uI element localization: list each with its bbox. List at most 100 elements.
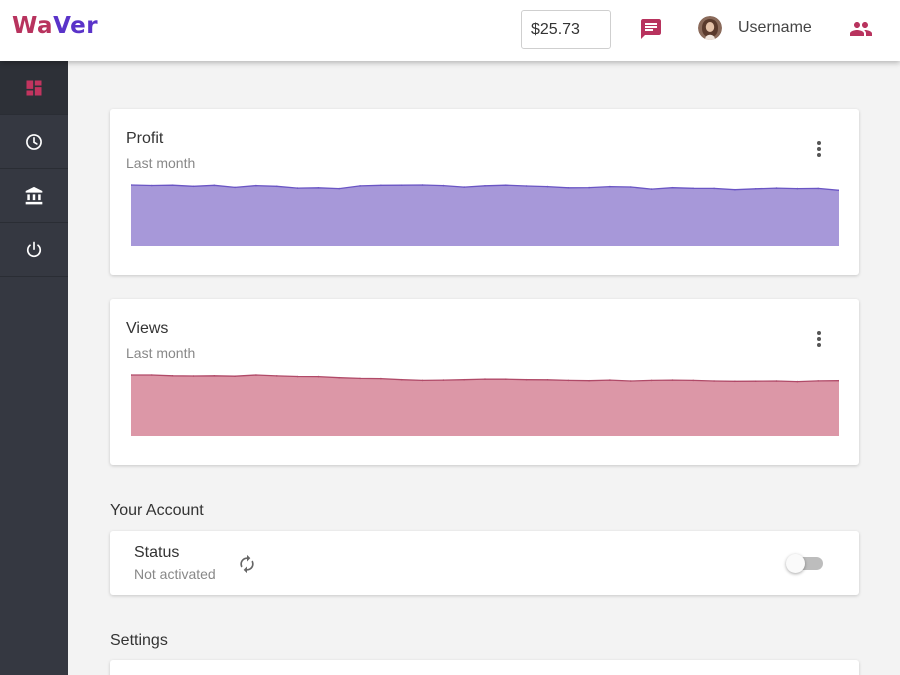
logo-part-2: Ver (53, 13, 99, 39)
chart-point-15 (442, 379, 445, 381)
chart-point-12 (380, 184, 382, 187)
chart-point-6 (255, 374, 257, 376)
chart-point-27 (692, 379, 694, 382)
bank-icon (25, 186, 43, 204)
sidebar-item-history[interactable] (0, 115, 68, 169)
activation-toggle[interactable] (786, 554, 824, 573)
chart-point-10 (338, 376, 340, 379)
messages-button[interactable] (636, 14, 666, 44)
status-value: Not activated (134, 566, 216, 582)
chart-point-14 (421, 379, 424, 382)
chart-point-19 (525, 378, 528, 381)
card-title: Profit (126, 130, 164, 147)
chart-point-28 (713, 380, 715, 382)
chart-point-22 (588, 186, 590, 189)
views-chart (131, 374, 839, 436)
chart-point-26 (671, 379, 674, 381)
chart-point-7 (276, 185, 278, 188)
chart-point-20 (546, 185, 549, 188)
more-vert-icon (817, 331, 821, 347)
refresh-icon (240, 554, 254, 574)
chart-point-30 (754, 380, 757, 382)
chart-point-5 (234, 375, 236, 377)
logo-part-1: Wa (12, 13, 54, 39)
chart-point-19 (525, 185, 528, 187)
chat-icon (641, 19, 661, 39)
balance-field[interactable] (521, 10, 611, 49)
clock-icon (26, 133, 42, 150)
refresh-status-button[interactable] (236, 553, 258, 575)
chart-point-14 (421, 184, 424, 186)
chart-point-18 (505, 184, 507, 186)
chart-point-16 (463, 378, 466, 381)
chart-area (131, 185, 839, 246)
card-subtitle: Last month (126, 345, 196, 361)
chart-point-17 (484, 378, 486, 380)
chart-point-33 (817, 187, 819, 190)
settings-section-title: Settings (110, 632, 168, 649)
chart-area (131, 375, 839, 436)
chart-point-30 (754, 188, 757, 190)
chart-point-32 (796, 187, 799, 190)
user-menu[interactable]: Username (698, 16, 812, 40)
chart-point-24 (630, 380, 632, 382)
dashboard-icon (26, 80, 42, 95)
chart-point-21 (567, 187, 570, 189)
status-label: Status (134, 544, 180, 561)
chart-point-16 (463, 186, 466, 188)
chart-point-27 (692, 187, 694, 190)
chart-point-3 (192, 375, 195, 377)
chart-point-3 (192, 185, 195, 188)
more-options-button[interactable] (808, 327, 830, 351)
toggle-knob (786, 554, 805, 573)
profit-chart (131, 184, 839, 246)
chart-point-9 (317, 375, 320, 378)
chart-point-18 (505, 378, 507, 380)
sidebar-item-bank[interactable] (0, 169, 68, 223)
chart-point-13 (400, 184, 403, 186)
chart-point-24 (630, 186, 632, 188)
chart-point-26 (671, 186, 674, 189)
chart-point-31 (775, 380, 778, 382)
chart-point-8 (296, 187, 299, 189)
chart-point-23 (609, 185, 611, 188)
chart-point-7 (276, 375, 278, 377)
chart-point-25 (650, 188, 653, 190)
chart-point-4 (213, 184, 216, 187)
chart-point-25 (650, 379, 653, 382)
chart-point-2 (171, 375, 174, 377)
settings-card (110, 660, 859, 675)
views-card: Views Last month (110, 299, 859, 465)
chart-point-33 (817, 380, 819, 382)
chart-point-23 (609, 379, 611, 381)
chart-point-2 (171, 184, 174, 186)
chart-point-22 (588, 379, 590, 382)
chart-point-28 (713, 187, 715, 190)
people-icon (850, 22, 872, 36)
sidebar-item-logout[interactable] (0, 223, 68, 277)
chart-point-1 (151, 374, 153, 376)
chart-point-21 (567, 379, 570, 382)
top-bar: WaVer Username (0, 0, 900, 61)
chart-point-1 (151, 184, 153, 187)
chart-point-29 (734, 380, 736, 383)
chart-point-29 (734, 188, 736, 191)
account-section-title: Your Account (110, 502, 204, 519)
status-card: Status Not activated (110, 531, 859, 595)
logo[interactable]: WaVer (12, 13, 98, 39)
card-title: Views (126, 320, 169, 337)
chart-point-20 (546, 379, 549, 381)
sidebar-item-dashboard[interactable] (0, 61, 68, 115)
sidebar (0, 61, 68, 675)
chart-point-11 (359, 377, 361, 380)
username: Username (738, 19, 812, 36)
chart-point-15 (442, 184, 445, 187)
chart-point-6 (255, 184, 257, 187)
chart-point-10 (338, 187, 340, 190)
chart-point-5 (234, 186, 236, 189)
chart-point-31 (775, 187, 778, 189)
profit-card: Profit Last month (110, 109, 859, 275)
card-subtitle: Last month (126, 155, 196, 171)
people-button[interactable] (846, 14, 876, 44)
more-options-button[interactable] (808, 137, 830, 161)
